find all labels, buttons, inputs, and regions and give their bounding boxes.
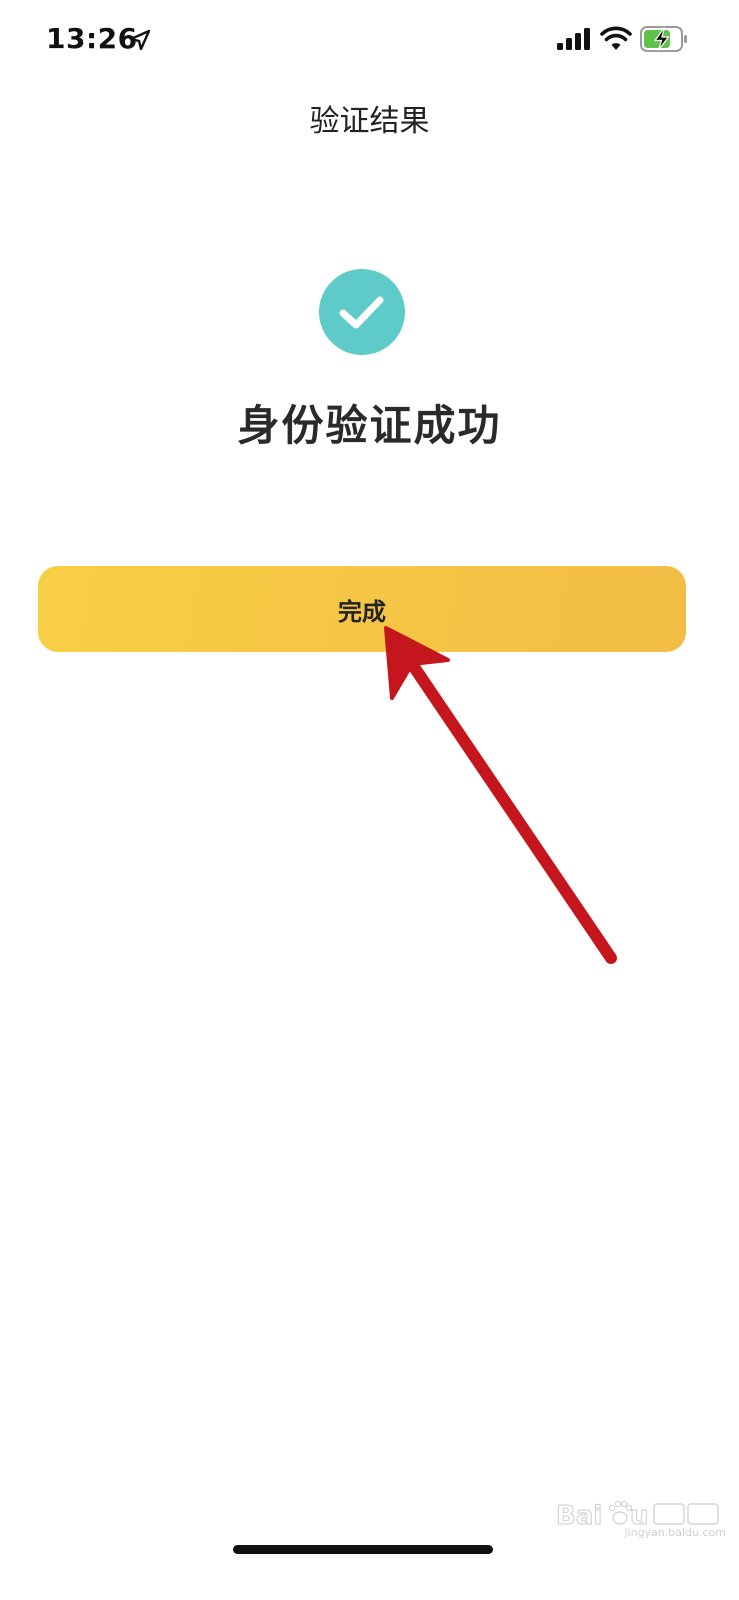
cellular-signal-icon — [557, 28, 590, 50]
screen: 13:26 验证结果 身份验证成功 完成 Bai u jingyan.baidu… — [0, 0, 739, 1600]
svg-text:Bai: Bai — [556, 1501, 602, 1528]
status-bar: 13:26 — [0, 0, 739, 80]
battery-charging-icon — [640, 26, 687, 52]
done-button[interactable]: 完成 — [38, 566, 686, 652]
success-check-icon — [319, 269, 405, 355]
baidu-paw-logo: Bai u — [555, 1500, 719, 1532]
wifi-icon — [600, 26, 632, 50]
baidu-watermark: Bai u jingyan.baidu.com — [555, 1498, 726, 1548]
watermark-url: jingyan.baidu.com — [624, 1526, 726, 1539]
status-time: 13:26 — [46, 22, 138, 55]
red-arrow-annotation — [384, 626, 617, 964]
home-indicator[interactable] — [233, 1545, 493, 1554]
page-title: 验证结果 — [309, 104, 430, 139]
verification-success-message: 身份验证成功 — [237, 401, 502, 450]
location-arrow-icon — [129, 29, 151, 51]
svg-text:u: u — [630, 1501, 649, 1528]
